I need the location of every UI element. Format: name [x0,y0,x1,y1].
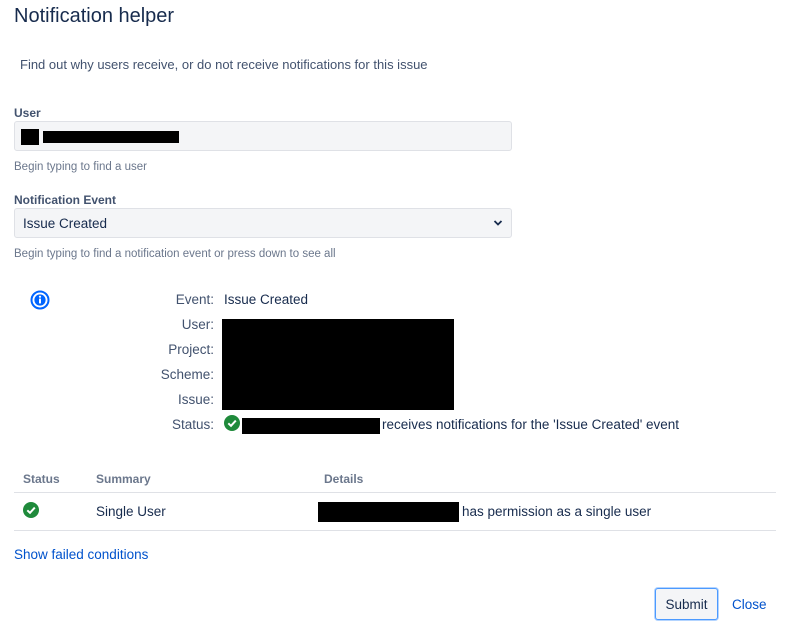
redacted-row-user [318,502,459,522]
user-field-hint: Begin typing to find a user [14,161,147,173]
status-label: Status: [171,417,214,432]
user-input[interactable] [14,121,512,151]
success-check-icon [224,415,240,431]
table-header-status: Status [23,472,60,486]
redacted-user-avatar [21,129,39,145]
project-label: Project: [168,342,214,357]
event-select-value: Issue Created [23,216,108,231]
user-label: User: [181,317,214,332]
chevron-down-icon [493,220,503,226]
event-value: Issue Created [224,292,309,307]
row-summary: Single User [96,504,166,519]
dialog-description: Find out why users receive, or do not re… [20,57,428,72]
status-text: receives notifications for the 'Issue Cr… [382,417,680,432]
event-field-hint: Begin typing to find a notification even… [14,248,336,260]
event-field-label: Notification Event [14,193,117,207]
table-header-details: Details [324,472,364,486]
table-header-divider [14,492,776,493]
show-failed-conditions-link[interactable]: Show failed conditions [14,547,148,562]
event-label: Event: [175,292,214,307]
table-row-divider [14,530,776,531]
redacted-status-user [242,418,380,434]
close-link[interactable]: Close [732,597,767,612]
success-check-icon [23,502,39,518]
submit-button[interactable]: Submit [655,588,718,620]
scheme-label: Scheme: [160,367,214,382]
user-field-label: User [14,106,41,120]
redacted-details-block [222,319,454,410]
row-details: has permission as a single user [462,504,652,519]
redacted-user-name [43,131,179,143]
table-header-summary: Summary [96,472,151,486]
notification-event-select[interactable]: Issue Created [14,208,512,238]
issue-label: Issue: [177,392,214,407]
dialog-title: Notification helper [14,5,175,27]
